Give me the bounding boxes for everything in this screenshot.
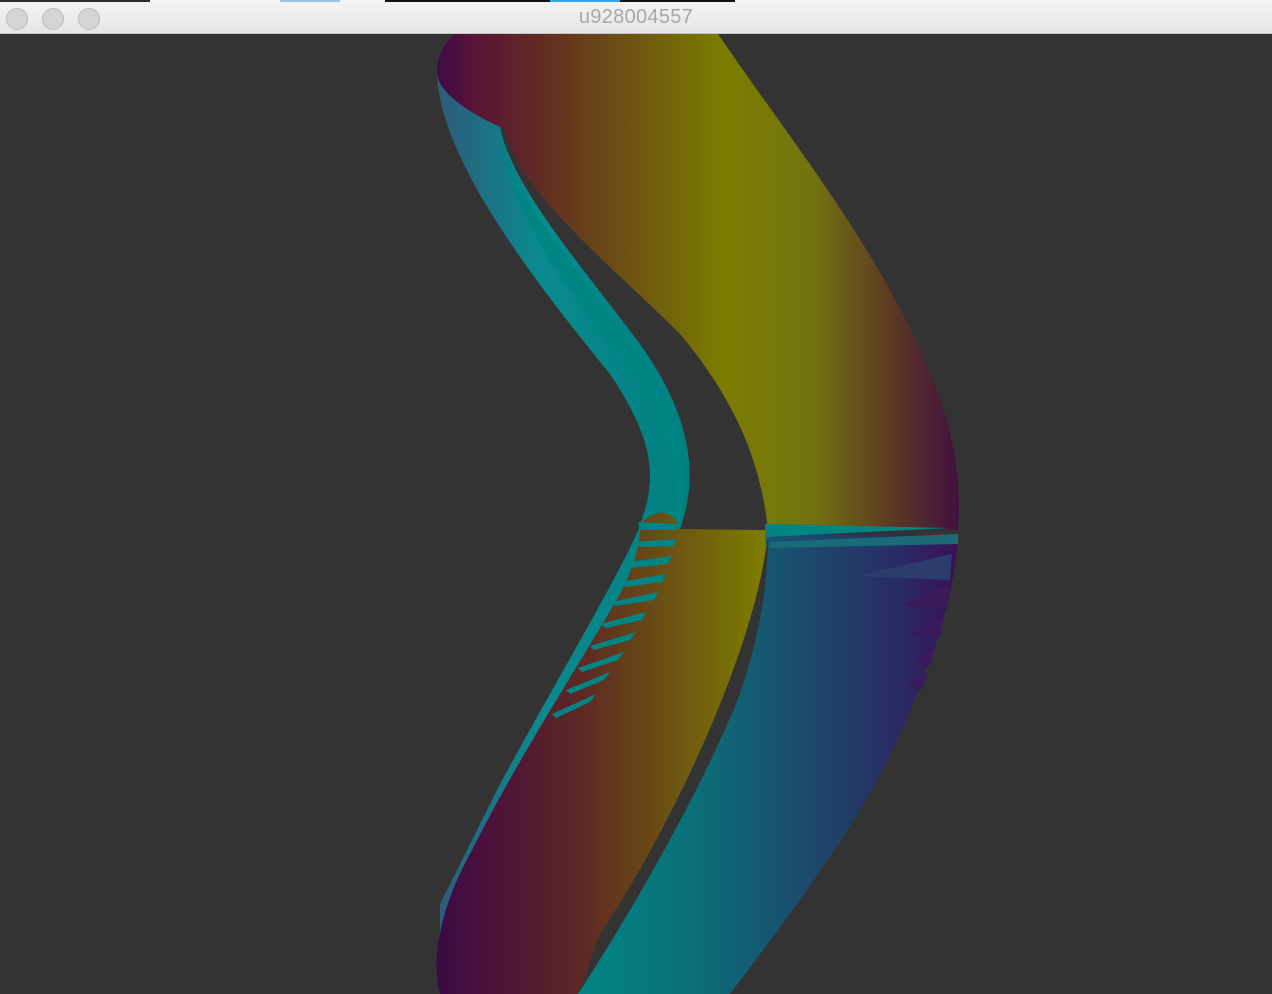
tube-band-upper	[437, 34, 959, 530]
title-bar[interactable]: u928004557	[0, 0, 1272, 34]
render-canvas[interactable]	[0, 34, 1272, 994]
tube-render	[436, 34, 959, 994]
background-strip	[550, 0, 620, 2]
background-strip	[0, 0, 150, 2]
window-title: u928004557	[578, 6, 694, 28]
app-window: u928004557	[0, 0, 1272, 994]
background-strip	[280, 0, 340, 2]
